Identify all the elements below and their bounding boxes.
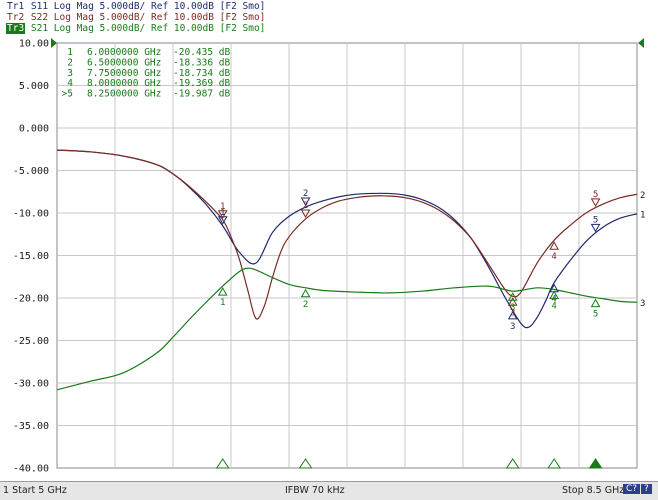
y-tick-label: -20.00	[13, 294, 49, 305]
marker-label: 3	[510, 303, 515, 313]
y-tick-label: -35.00	[13, 421, 49, 432]
trace-3-tag[interactable]: Tr3	[6, 23, 26, 34]
ifbw-readout[interactable]: IFBW 70 kHz	[285, 485, 345, 496]
trace-end-label: 2	[640, 191, 645, 201]
stop-frequency[interactable]: Stop 8.5 GHz	[562, 485, 624, 496]
status-bar: 1 Start 5 GHz IFBW 70 kHz Stop 8.5 GHz C…	[0, 481, 658, 500]
start-frequency[interactable]: 1 Start 5 GHz	[3, 485, 67, 496]
marker-table-value: -18.336 dB	[173, 57, 230, 68]
trace-3-text: S21 Log Mag 5.000dB/ Ref 10.00dB [F2 Smo…	[25, 23, 266, 34]
marker-table-freq: 6.0000000 GHz	[87, 47, 161, 58]
marker-label: 1	[220, 202, 225, 212]
marker-label: 2	[303, 189, 308, 199]
trace-1-text: S11 Log Mag 5.000dB/ Ref 10.00dB [F2 Smo…	[25, 1, 266, 12]
marker-label: 2	[303, 300, 308, 310]
y-tick-label: -25.00	[13, 336, 49, 347]
grid	[56, 42, 638, 469]
trace-2-label[interactable]: Tr2 S22 Log Mag 5.000dB/ Ref 10.00dB [F2…	[6, 12, 265, 23]
marker-label: 5	[593, 215, 598, 225]
marker-table-label: >5	[62, 89, 73, 100]
marker-label: 3	[510, 322, 515, 332]
marker-table-label: 1	[67, 47, 73, 58]
trace-end-label: 1	[640, 210, 645, 220]
y-tick-label: -5.000	[13, 166, 49, 177]
marker-table-label: 2	[67, 57, 73, 68]
marker-label: 5	[593, 190, 598, 200]
marker-label: 4	[551, 252, 556, 262]
trace-3-label[interactable]: Tr3 S21 Log Mag 5.000dB/ Ref 10.00dB [F2…	[6, 23, 265, 34]
correction-indicator[interactable]: C?	[623, 484, 641, 494]
marker-label: 4	[551, 302, 556, 312]
marker-table-freq: 8.0000000 GHz	[87, 78, 161, 89]
y-tick-label: -15.00	[13, 251, 49, 262]
marker-table-freq: 6.5000000 GHz	[87, 57, 161, 68]
marker-table-value: -18.734 dB	[173, 68, 230, 79]
marker-table-freq: 7.7500000 GHz	[87, 68, 161, 79]
marker-table-freq: 8.2500000 GHz	[87, 89, 161, 100]
trace-2-tag[interactable]: Tr2	[6, 12, 25, 23]
marker-table-value: -19.369 dB	[173, 78, 230, 89]
marker-table-label: 4	[67, 78, 73, 89]
y-tick-label: 0.000	[19, 124, 49, 135]
chart-area[interactable]: 10.00 5.000 0.000 -5.000 -10.00 -15.00 -20.00 -…	[0, 34, 658, 481]
y-tick-label: -10.00	[13, 209, 49, 220]
marker-label: 5	[593, 310, 598, 320]
y-tick-label: 10.00	[19, 39, 49, 50]
help-button[interactable]: ?	[641, 484, 652, 494]
marker-label: 2	[303, 201, 308, 211]
trace-1-label[interactable]: Tr1 S11 Log Mag 5.000dB/ Ref 10.00dB [F2…	[6, 1, 265, 12]
marker-table-value: -20.435 dB	[173, 47, 230, 58]
marker-table-value: -19.987 dB	[173, 89, 230, 100]
trace-2-text: S22 Log Mag 5.000dB/ Ref 10.00dB [F2 Smo…	[25, 12, 266, 23]
ref-level-left-icon	[51, 38, 57, 48]
y-tick-label: 5.000	[19, 81, 49, 92]
marker-label: 1	[220, 298, 225, 308]
marker-table: 1 6.0000000 GHz -20.435 dB 2 6.5000000 GHz -1…	[62, 47, 231, 100]
trace-1-tag[interactable]: Tr1	[6, 1, 25, 12]
y-tick-label: -30.00	[13, 379, 49, 390]
ref-level-right-icon	[638, 38, 644, 48]
trace-legend: Tr1 S11 Log Mag 5.000dB/ Ref 10.00dB [F2…	[0, 0, 658, 34]
trace-end-label: 3	[640, 299, 645, 309]
y-tick-label: -40.00	[13, 464, 49, 475]
marker-table-label: 3	[67, 68, 73, 79]
